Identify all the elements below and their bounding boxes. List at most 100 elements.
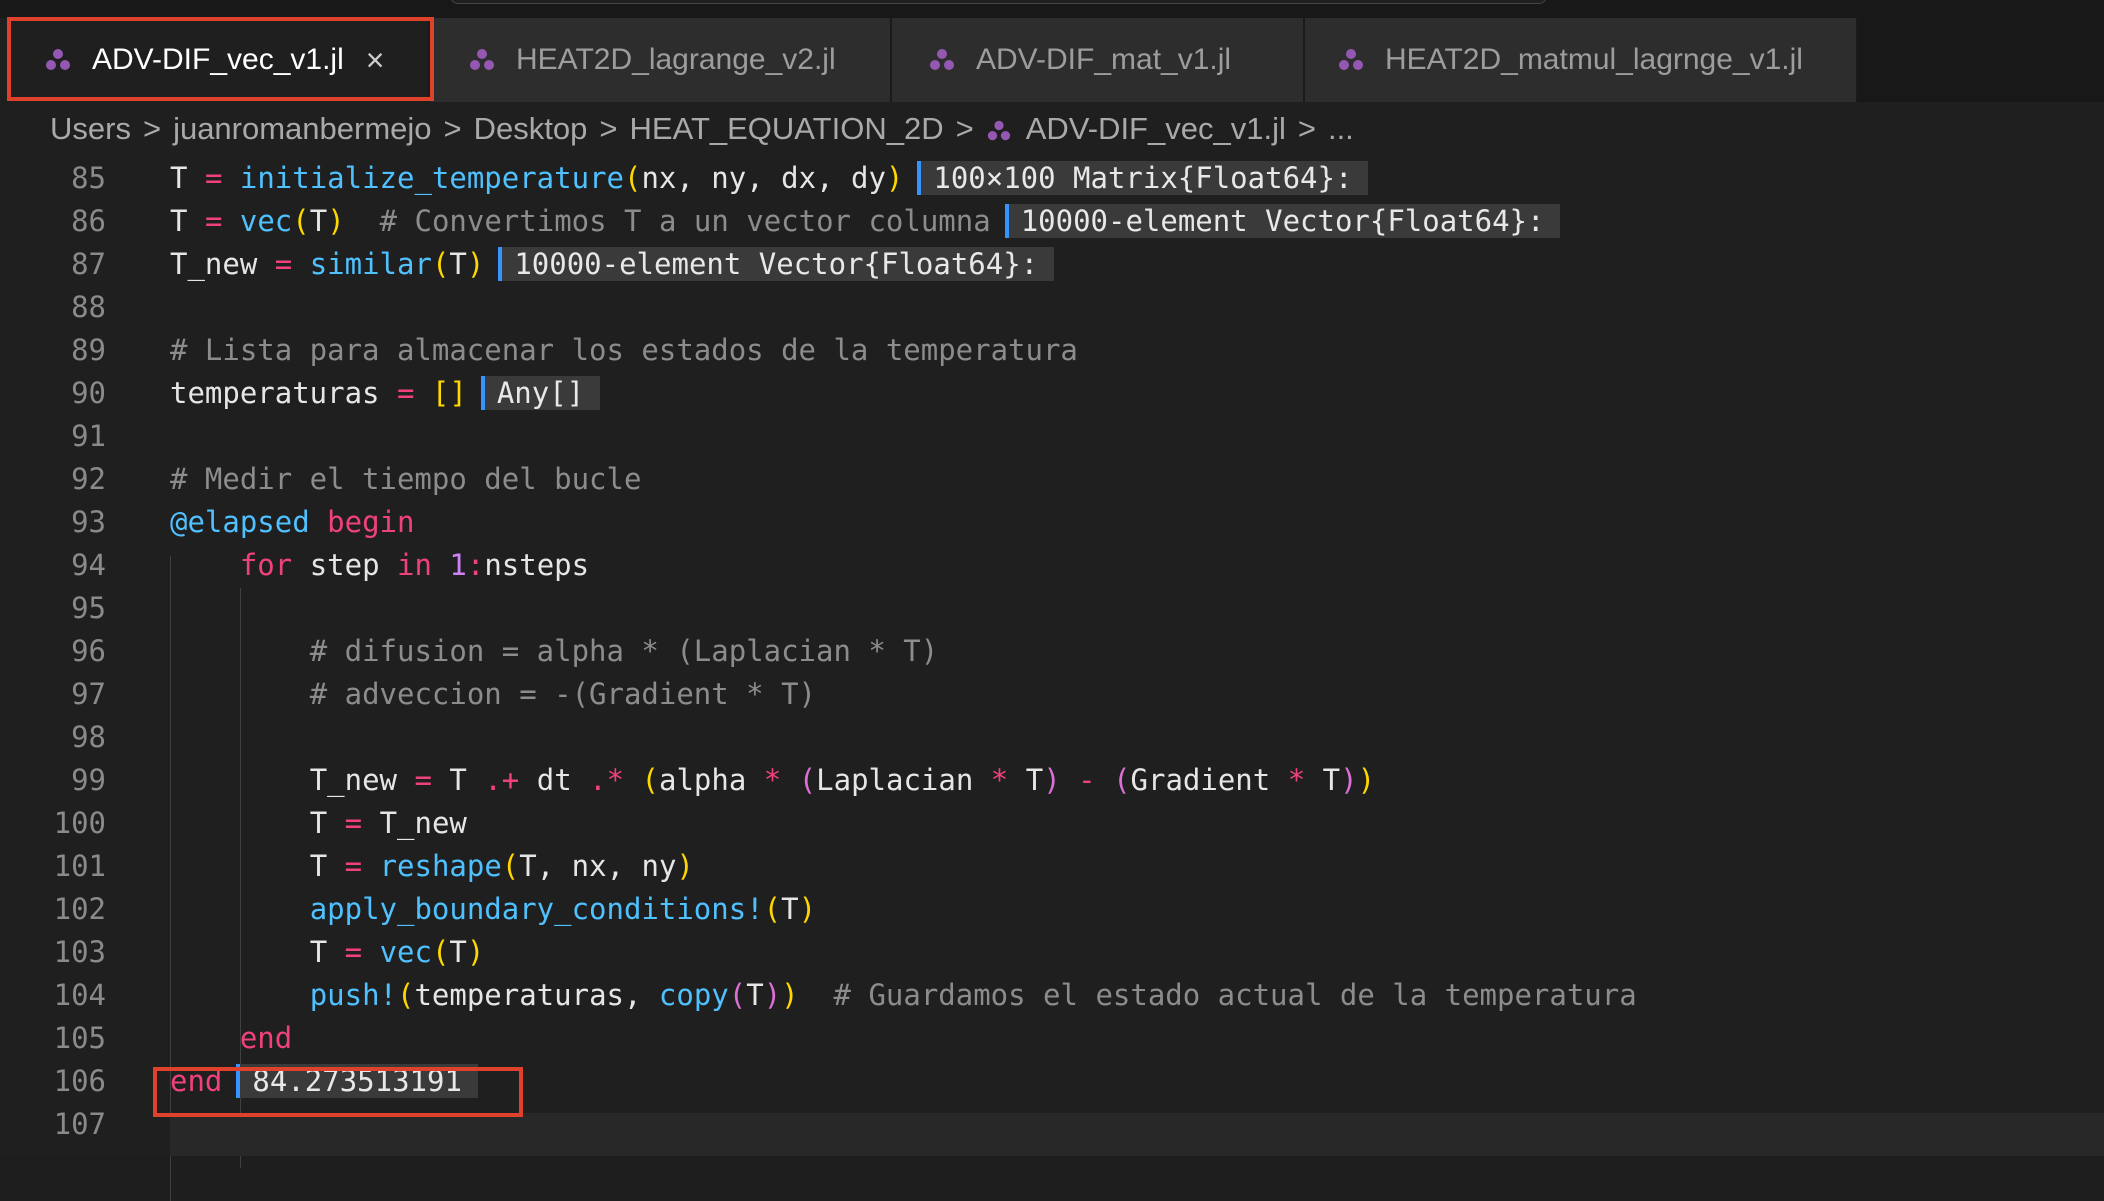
line-number: 94: [71, 548, 106, 582]
token: copy: [658, 978, 729, 1012]
token: dx: [781, 161, 817, 195]
token: ny: [641, 849, 677, 883]
code-line[interactable]: 88: [0, 285, 2104, 328]
line-number: 89: [71, 333, 106, 367]
token: step: [309, 548, 380, 582]
token: =: [344, 935, 363, 969]
tab-heat2d-lagrange[interactable]: HEAT2D_lagrange_v2.jl: [430, 18, 892, 102]
token: similar: [309, 247, 432, 281]
token: @elapsed: [170, 505, 310, 539]
token: =: [396, 376, 415, 410]
chevron-right-icon: >: [955, 111, 974, 146]
breadcrumb-item-user[interactable]: juanromanbermejo: [173, 111, 431, 147]
command-center-box[interactable]: [450, 0, 1547, 4]
code-line[interactable]: 104 push!(temperaturas, copy(T)) # Guard…: [0, 973, 2104, 1016]
token: T_new: [379, 806, 467, 840]
breadcrumb-item-file[interactable]: ADV-DIF_vec_v1.jl: [1026, 111, 1286, 147]
token: ): [466, 247, 485, 281]
code-line[interactable]: 91: [0, 414, 2104, 457]
code-text: T_new = similar(T) 10000-element Vector{F…: [170, 247, 1055, 281]
token: ,: [746, 161, 782, 195]
code-text: T = initialize_temperature(nx, ny, dx, d…: [170, 161, 1369, 195]
code-line[interactable]: 96 # difusion = alpha * (Laplacian * T): [0, 629, 2104, 672]
token: =: [204, 204, 223, 238]
token: ny: [711, 161, 747, 195]
token: (: [1113, 763, 1131, 797]
code-line[interactable]: 86 T = vec(T) # Convertimos T a un vecto…: [0, 199, 2104, 242]
line-number: 100: [53, 806, 106, 840]
token: dt: [536, 763, 572, 797]
code-text: # Medir el tiempo del bucle: [170, 462, 641, 496]
token: ): [763, 978, 782, 1012]
token: ): [885, 161, 904, 195]
code-line[interactable]: 85 T = initialize_temperature(nx, ny, dx…: [0, 156, 2104, 199]
code-line[interactable]: 100 T = T_new: [0, 801, 2104, 844]
token: reshape: [379, 849, 502, 883]
inline-result[interactable]: Any[]: [480, 376, 601, 410]
breadcrumb-item-folder[interactable]: HEAT_EQUATION_2D: [630, 111, 944, 147]
code-editor[interactable]: 85 T = initialize_temperature(nx, ny, dx…: [0, 156, 2104, 1201]
code-line[interactable]: 101 T = reshape(T, nx, ny): [0, 844, 2104, 887]
token: T_new: [309, 763, 397, 797]
code-line[interactable]: 89 # Lista para almacenar los estados de…: [0, 328, 2104, 371]
code-line[interactable]: 90 temperaturas = [] Any[]: [0, 371, 2104, 414]
code-line[interactable]: 97 # adveccion = -(Gradient * T): [0, 672, 2104, 715]
token: (: [292, 204, 310, 238]
chevron-right-icon: >: [1297, 111, 1316, 146]
tab-adv-dif-mat[interactable]: ADV-DIF_mat_v1.jl: [892, 18, 1305, 102]
token: ): [1043, 763, 1061, 797]
token: =: [344, 849, 363, 883]
token: T: [449, 935, 467, 969]
token: :: [466, 548, 485, 582]
token: ,: [606, 849, 642, 883]
code-line[interactable]: 102 apply_boundary_conditions!(T): [0, 887, 2104, 930]
code-text: T = T_new: [170, 806, 467, 840]
code-line[interactable]: 94 for step in 1:nsteps: [0, 543, 2104, 586]
token: ): [1340, 763, 1358, 797]
tab-label: HEAT2D_lagrange_v2.jl: [516, 43, 836, 76]
line-number: 103: [53, 935, 106, 969]
code-line[interactable]: 98: [0, 715, 2104, 758]
tab-adv-dif-vec[interactable]: ADV-DIF_vec_v1.jl ×: [0, 18, 430, 102]
breadcrumb-item-symbol[interactable]: ...: [1328, 111, 1354, 147]
line-number: 99: [71, 763, 106, 797]
inline-result[interactable]: 84.273513191: [236, 1064, 478, 1098]
token: nx: [641, 161, 677, 195]
code-line[interactable]: 99 T_new = T .+ dt .* (alpha * (Laplacia…: [0, 758, 2104, 801]
code-line[interactable]: 93 @elapsed begin: [0, 500, 2104, 543]
token: =: [414, 763, 432, 797]
token: T: [1025, 763, 1044, 797]
tab-heat2d-matmul[interactable]: HEAT2D_matmul_lagrnge_v1.jl: [1305, 18, 1858, 102]
token: (: [623, 161, 642, 195]
close-icon[interactable]: ×: [366, 42, 385, 79]
code-line[interactable]: 106 end 84.273513191: [0, 1059, 2104, 1102]
token: ): [798, 892, 817, 926]
code-line[interactable]: 92 # Medir el tiempo del bucle: [0, 457, 2104, 500]
line-number: 90: [71, 376, 106, 410]
token: *: [763, 763, 782, 797]
token: T: [309, 849, 328, 883]
inline-result[interactable]: 10000-element Vector{Float64}:: [1004, 204, 1561, 238]
comment: # Lista para almacenar los estados de la…: [170, 333, 1078, 367]
breadcrumb-item-users[interactable]: Users: [50, 111, 131, 147]
token: T: [170, 161, 188, 195]
token: T: [781, 892, 799, 926]
inline-result[interactable]: 10000-element Vector{Float64}:: [498, 247, 1055, 281]
code-line[interactable]: 87 T_new = similar(T) 10000-element Vecto…: [0, 242, 2104, 285]
code-text: push!(temperaturas, copy(T)) # Guardamos…: [170, 978, 1637, 1012]
code-line[interactable]: 95: [0, 586, 2104, 629]
breadcrumb-item-desktop[interactable]: Desktop: [474, 111, 588, 147]
token: end: [170, 1064, 223, 1098]
code-line[interactable]: 103 T = vec(T): [0, 930, 2104, 973]
code-text: end: [170, 1021, 292, 1055]
token: T: [309, 204, 328, 238]
code-line[interactable]: 105 end: [0, 1016, 2104, 1059]
chevron-right-icon: >: [599, 111, 618, 146]
inline-result[interactable]: 100×100 Matrix{Float64}:: [917, 161, 1369, 195]
token: 1: [449, 548, 467, 582]
current-line-highlight: [170, 1113, 2104, 1156]
tab-label: ADV-DIF_vec_v1.jl: [92, 43, 344, 76]
code-text: # Lista para almacenar los estados de la…: [170, 333, 1078, 367]
token: ,: [676, 161, 712, 195]
token: (: [431, 935, 450, 969]
